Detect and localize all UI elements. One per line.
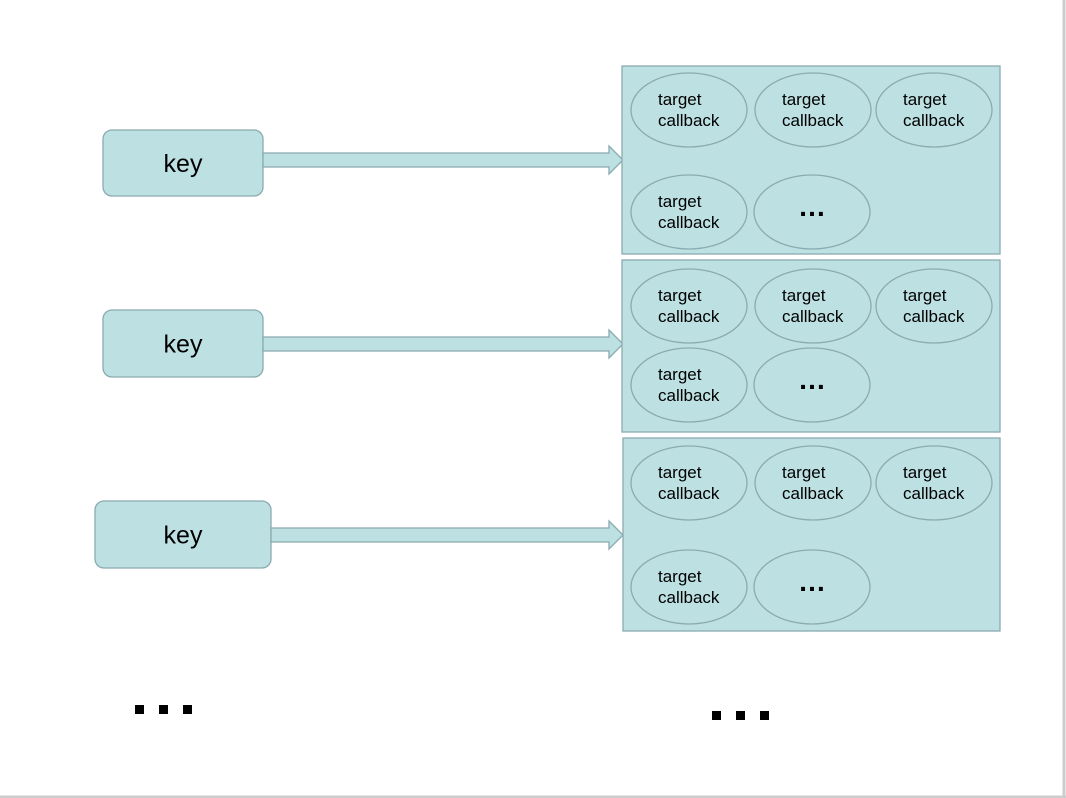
arrow <box>262 144 624 176</box>
key-label: key <box>164 522 203 550</box>
key-callback-map-diagram: keytarget callbacktarget callbacktarget cal… <box>0 0 1066 798</box>
more-callbacks-ellipsis: … <box>798 364 826 395</box>
key-label: key <box>164 331 203 359</box>
more-callbacks-ellipsis: … <box>798 191 826 222</box>
ellipsis-dot <box>712 711 721 720</box>
target-callback-ellipse <box>875 268 993 344</box>
target-callback-node: target callback <box>630 268 748 344</box>
target-callback-node: target callback <box>630 174 748 250</box>
target-callback-node: target callback <box>630 72 748 148</box>
more-keys-ellipsis: ... <box>135 705 192 714</box>
target-callback-ellipse <box>630 445 748 521</box>
target-callback-ellipse <box>875 445 993 521</box>
target-callback-ellipse <box>754 268 872 344</box>
ellipsis-dot <box>159 705 168 714</box>
map-entry: keytarget callbacktarget callbacktarget cal… <box>102 65 1001 255</box>
arrow <box>262 328 624 360</box>
map-entry: keytarget callbacktarget callbacktarget cal… <box>94 437 1001 632</box>
ellipsis-dot <box>760 711 769 720</box>
target-callback-ellipse <box>754 72 872 148</box>
target-callback-ellipse <box>754 445 872 521</box>
target-callback-node: target callback <box>630 347 748 423</box>
diagram-slide: key target callback target callback target cal… <box>0 0 1066 798</box>
ellipsis-dot <box>135 705 144 714</box>
more-callbacks-node: … <box>753 549 871 625</box>
more-callbacks-node: … <box>753 174 871 250</box>
target-callback-ellipse <box>630 268 748 344</box>
ellipsis-dot <box>183 705 192 714</box>
target-callback-node: target callback <box>754 445 872 521</box>
key-label: key <box>164 150 203 178</box>
more-callbacks-node: … <box>753 347 871 423</box>
target-callback-ellipse <box>630 72 748 148</box>
target-callback-node: target callback <box>630 549 748 625</box>
target-callback-node: target callback <box>875 445 993 521</box>
more-callbacks-ellipsis: … <box>798 566 826 597</box>
ellipsis-dot <box>736 711 745 720</box>
target-callback-node: target callback <box>754 72 872 148</box>
map-entry: keytarget callbacktarget callbacktarget cal… <box>102 259 1001 433</box>
target-callback-node: target callback <box>630 445 748 521</box>
target-callback-node: target callback <box>875 72 993 148</box>
target-callback-ellipse <box>630 347 748 423</box>
target-callback-node: target callback <box>875 268 993 344</box>
target-callback-node: target callback <box>754 268 872 344</box>
target-callback-ellipse <box>875 72 993 148</box>
more-lists-ellipsis: ... <box>712 711 769 720</box>
arrow <box>270 519 624 551</box>
target-callback-ellipse <box>630 174 748 250</box>
target-callback-ellipse <box>630 549 748 625</box>
